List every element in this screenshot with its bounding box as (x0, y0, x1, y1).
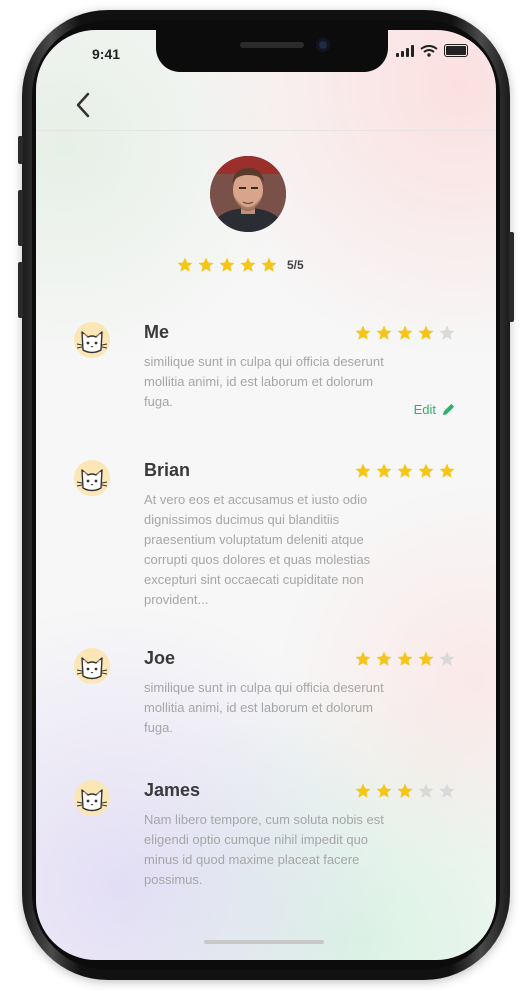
pencil-icon (442, 403, 455, 416)
star-filled-icon (397, 651, 413, 666)
star-filled-icon (439, 463, 455, 478)
cat-avatar-icon (74, 780, 110, 816)
home-indicator (204, 940, 324, 944)
header-divider (36, 130, 496, 131)
review-author-name: Brian (144, 460, 191, 480)
star-filled-icon (376, 783, 392, 798)
star-empty-icon (439, 783, 455, 798)
profile-rating: 5/5 (176, 256, 304, 274)
star-filled-icon (397, 783, 413, 798)
star-filled-icon (376, 463, 392, 478)
edit-label: Edit (413, 402, 436, 417)
star-filled-icon (240, 257, 256, 272)
review-author-name: Me (144, 322, 170, 342)
profile-avatar (210, 156, 286, 232)
star-filled-icon (219, 257, 235, 272)
wifi-icon (420, 44, 438, 57)
star-filled-icon (355, 463, 371, 478)
star-filled-icon (418, 325, 434, 340)
review-text: similique sunt in culpa qui officia dese… (144, 680, 384, 735)
profile-rating-text: 5/5 (287, 258, 304, 272)
cat-avatar-icon (74, 460, 110, 496)
signal-icon (396, 44, 414, 57)
star-filled-icon (376, 651, 392, 666)
star-filled-icon (418, 651, 434, 666)
star-filled-icon (198, 257, 214, 272)
cat-avatar-icon (74, 322, 110, 358)
front-camera (316, 38, 330, 52)
review-text: Nam libero tempore, cum soluta nobis est… (144, 812, 384, 887)
battery-icon (444, 44, 468, 57)
star-empty-icon (418, 783, 434, 798)
review-stars (354, 324, 456, 342)
star-filled-icon (397, 463, 413, 478)
power-button (509, 232, 514, 322)
cat-avatar-icon (74, 648, 110, 684)
volume-up-button (18, 190, 23, 246)
review-text: similique sunt in culpa qui officia dese… (144, 354, 384, 409)
mute-switch (18, 136, 23, 164)
review-author-name: Joe (144, 648, 176, 668)
notch (156, 30, 388, 72)
app-screen: 9:41 5/5 Me similique sunt in culpa qui … (36, 30, 496, 960)
star-empty-icon (439, 325, 455, 340)
edit-review-button[interactable]: Edit (414, 402, 456, 417)
star-filled-icon (355, 651, 371, 666)
review-stars (354, 650, 456, 668)
back-chevron-icon[interactable] (70, 88, 98, 122)
star-filled-icon (418, 463, 434, 478)
status-time: 9:41 (92, 46, 121, 62)
star-filled-icon (177, 257, 193, 272)
star-filled-icon (397, 325, 413, 340)
star-filled-icon (355, 325, 371, 340)
star-empty-icon (439, 651, 455, 666)
status-icons (396, 44, 468, 57)
star-filled-icon (355, 783, 371, 798)
star-filled-icon (261, 257, 277, 272)
review-stars (354, 462, 456, 480)
review-text: At vero eos et accusamus et iusto odio d… (144, 492, 371, 607)
review-author-name: James (144, 780, 201, 800)
star-filled-icon (376, 325, 392, 340)
review-stars (354, 782, 456, 800)
volume-down-button (18, 262, 23, 318)
speaker (240, 42, 304, 48)
